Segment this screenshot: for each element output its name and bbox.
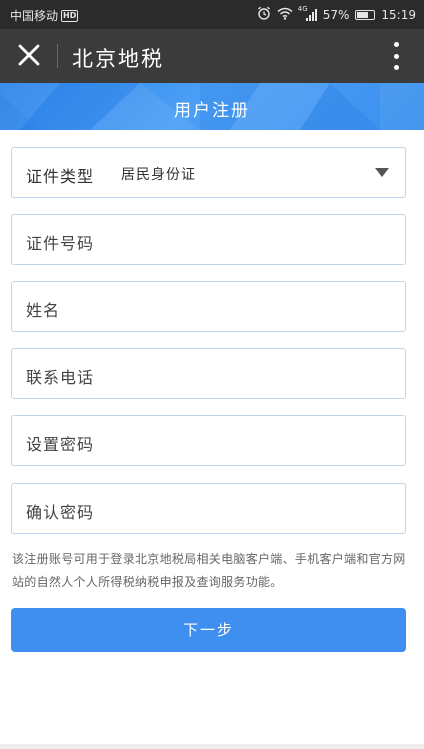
battery-icon <box>355 9 376 20</box>
network-type: 4G <box>297 5 308 13</box>
id-number-input[interactable]: 证件号码 <box>11 214 406 265</box>
alarm-icon <box>257 6 271 23</box>
id-number-placeholder: 证件号码 <box>26 234 95 253</box>
chevron-down-icon[interactable] <box>375 168 389 177</box>
status-bar: 中国移动 HD 4G 57% 15:19 <box>0 0 424 29</box>
banner-title: 用户注册 <box>174 101 250 121</box>
next-step-button[interactable]: 下一步 <box>11 608 406 652</box>
battery-percent: 57% <box>322 7 350 22</box>
confirm-password-placeholder: 确认密码 <box>26 503 95 522</box>
bottom-strip <box>0 744 424 749</box>
confirm-password-input[interactable]: 确认密码 <box>11 483 406 534</box>
page-title: 北京地税 <box>72 47 164 71</box>
close-icon[interactable] <box>14 40 44 70</box>
carrier-name: 中国移动 <box>10 9 59 23</box>
registration-banner: 用户注册 <box>0 83 424 130</box>
hd-badge: HD <box>61 9 79 22</box>
title-bar: 北京地税 <box>0 29 424 83</box>
clock: 15:19 <box>381 7 416 22</box>
id-type-label: 证件类型 <box>26 167 95 186</box>
wifi-icon <box>277 7 293 23</box>
name-input[interactable]: 姓名 <box>11 281 406 332</box>
id-type-value: 居民身份证 <box>121 167 196 183</box>
id-type-select[interactable]: 证件类型 居民身份证 <box>11 147 406 198</box>
status-bar-left: 中国移动 HD <box>10 7 79 24</box>
more-vertical-icon[interactable] <box>386 42 406 70</box>
password-input[interactable]: 设置密码 <box>11 415 406 466</box>
registration-notice: 该注册账号可用于登录北京地税局相关电脑客户端、手机客户端和官方网站的自然人个人所… <box>12 552 406 589</box>
title-divider <box>57 44 58 68</box>
name-placeholder: 姓名 <box>26 301 61 320</box>
phone-input[interactable]: 联系电话 <box>11 348 406 399</box>
password-placeholder: 设置密码 <box>26 435 95 454</box>
signal-icon: 4G <box>297 5 317 21</box>
phone-placeholder: 联系电话 <box>26 368 95 387</box>
status-bar-right: 4G 57% 15:19 <box>257 5 416 23</box>
